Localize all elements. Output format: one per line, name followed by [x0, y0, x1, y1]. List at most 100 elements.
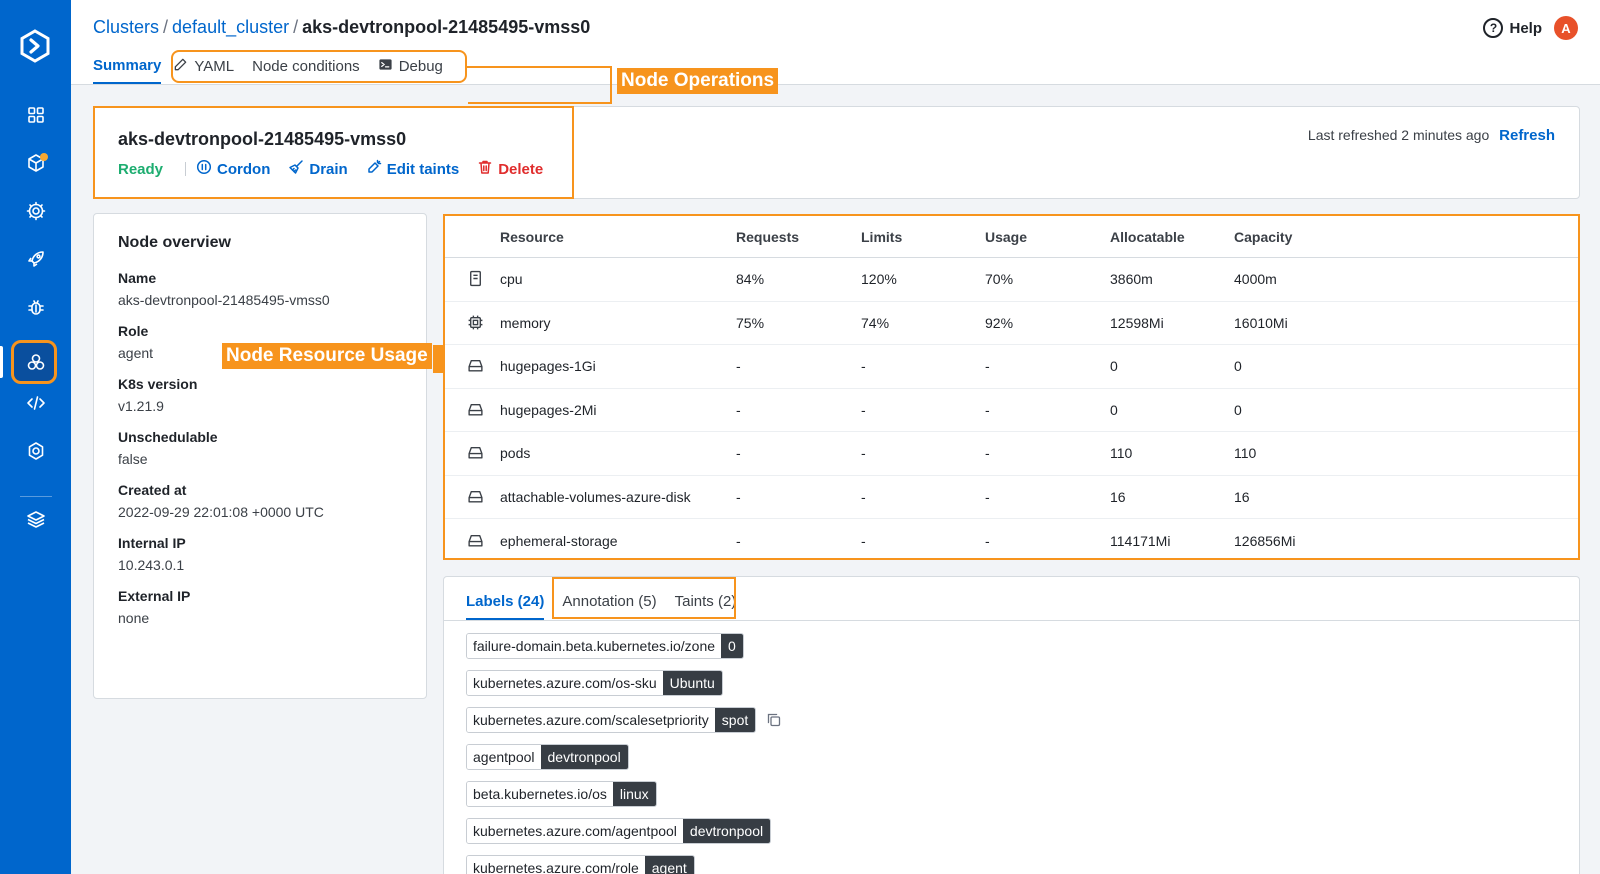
column-header: Capacity — [1234, 228, 1293, 245]
tab-labels[interactable]: Labels (24) — [466, 593, 545, 620]
label-pill: beta.kubernetes.io/os linux — [466, 781, 657, 807]
node-resource-table: Resource Requests Limits Usage Allocatab… — [443, 214, 1580, 560]
breadcrumb-cluster-link[interactable]: default_cluster — [172, 17, 289, 37]
tab-label: Summary — [93, 57, 162, 74]
resource-allocatable: 0 — [1110, 358, 1118, 375]
copy-icon[interactable] — [766, 712, 782, 728]
label-key: beta.kubernetes.io/os — [467, 782, 613, 806]
node-resource-usage-callout: Node Resource Usage — [222, 343, 432, 369]
resource-requests: - — [736, 358, 741, 375]
tabs-divider — [444, 620, 1579, 621]
table-row: memory 75% 74% 92% 12598Mi 16010Mi — [445, 302, 1578, 345]
cube-icon[interactable] — [20, 147, 52, 179]
resource-usage: 92% — [985, 314, 1014, 331]
field-value: none — [118, 610, 150, 626]
overview-field-created-at: Created at 2022-09-29 22:01:08 +0000 UTC — [118, 482, 402, 520]
node-overview-card: Node overview Name aks-devtronpool-21485… — [93, 213, 427, 699]
devtron-logo-icon[interactable] — [17, 28, 53, 64]
resource-requests: - — [736, 488, 741, 505]
bug-icon[interactable] — [20, 291, 52, 323]
rocket-icon[interactable] — [20, 243, 52, 275]
node-operations-highlight — [171, 50, 467, 83]
label-key: kubernetes.azure.com/scalesetpriority — [467, 708, 715, 732]
table-row: ephemeral-storage - - - 114171Mi 126856M… — [445, 519, 1578, 563]
resource-capacity: 4000m — [1234, 271, 1277, 288]
table-header: Resource Requests Limits Usage Allocatab… — [445, 216, 1578, 258]
resource-usage: - — [985, 401, 990, 418]
breadcrumb-separator: / — [293, 17, 299, 37]
resource-usage: - — [985, 445, 990, 462]
resource-capacity: 16 — [1234, 488, 1250, 505]
label-chip: failure-domain.beta.kubernetes.io/zone 0 — [466, 633, 744, 659]
gear-cog-icon[interactable] — [20, 195, 52, 227]
resource-limits: 120% — [861, 271, 897, 288]
label-value: linux — [612, 782, 656, 806]
resource-name: memory — [500, 314, 551, 331]
overview-field-unschedulable: Unschedulable false — [118, 429, 402, 467]
label-key: kubernetes.azure.com/agentpool — [467, 819, 683, 843]
label-pill: agentpool devtronpool — [466, 744, 629, 770]
field-label: Name — [118, 270, 157, 286]
storage-icon — [467, 357, 485, 375]
refresh-button[interactable]: Refresh — [1499, 127, 1555, 144]
help-question-icon: ? — [1483, 18, 1504, 38]
table-row: cpu 84% 120% 70% 3860m 4000m — [445, 258, 1578, 302]
label-key: kubernetes.azure.com/role — [467, 856, 645, 874]
label-value: agent — [644, 856, 694, 874]
column-header: Resource — [500, 228, 564, 245]
label-value: devtronpool — [682, 819, 771, 843]
overview-field-external-ip: External IP none — [118, 588, 402, 626]
label-chip: kubernetes.azure.com/role agent — [466, 855, 695, 874]
table-row: pods - - - 110 110 — [445, 432, 1578, 476]
table-row: hugepages-2Mi - - - 0 0 — [445, 389, 1578, 432]
resource-allocatable: 0 — [1110, 401, 1118, 418]
callout-line — [468, 102, 612, 104]
breadcrumb-current-node: aks-devtronpool-21485495-vmss0 — [302, 17, 591, 37]
code-icon[interactable] — [20, 387, 52, 419]
sidebar — [0, 0, 71, 874]
field-value: aks-devtronpool-21485495-vmss0 — [118, 292, 330, 308]
user-avatar[interactable]: A — [1554, 16, 1578, 40]
help-menu[interactable]: ? Help A — [1483, 16, 1578, 40]
resource-name: pods — [500, 445, 531, 462]
resource-allocatable: 110 — [1110, 445, 1133, 462]
callout-connector — [433, 345, 443, 373]
label-chip: kubernetes.azure.com/scalesetpriority sp… — [466, 707, 782, 733]
notification-dot — [40, 153, 48, 161]
label-value: devtronpool — [540, 745, 628, 769]
labels-panel: Labels (24) Annotation (5) Taints (2) fa… — [443, 576, 1580, 874]
resource-limits: - — [861, 488, 866, 505]
resource-usage: - — [985, 358, 990, 375]
label-value: spot — [714, 708, 756, 732]
settings-icon[interactable] — [20, 435, 52, 467]
field-value: v1.21.9 — [118, 398, 164, 414]
last-refreshed-text: Last refreshed 2 minutes ago — [1307, 127, 1490, 143]
sidebar-divider — [20, 496, 52, 497]
resource-limits: - — [861, 358, 866, 375]
resource-limits: 74% — [861, 314, 890, 331]
resource-allocatable: 3860m — [1110, 271, 1153, 288]
storage-icon — [467, 401, 485, 419]
label-pill: kubernetes.azure.com/os-sku Ubuntu — [466, 670, 723, 696]
resource-name: hugepages-1Gi — [500, 358, 596, 375]
annotation-taints-highlight — [552, 577, 736, 619]
breadcrumb-separator: / — [163, 17, 169, 37]
tab-summary[interactable]: Summary — [93, 55, 162, 84]
label-pill: failure-domain.beta.kubernetes.io/zone 0 — [466, 633, 744, 659]
label-value: 0 — [721, 634, 743, 658]
label-pill: kubernetes.azure.com/agentpool devtronpo… — [466, 818, 772, 844]
label-pill: kubernetes.azure.com/scalesetpriority sp… — [466, 707, 757, 733]
resource-allocatable: 12598Mi — [1110, 314, 1164, 331]
resource-name: hugepages-2Mi — [500, 401, 597, 418]
storage-icon — [467, 444, 485, 462]
label-chip: kubernetes.azure.com/agentpool devtronpo… — [466, 818, 772, 844]
callout-line — [610, 66, 612, 104]
resource-capacity: 110 — [1234, 445, 1257, 462]
breadcrumb-clusters-link[interactable]: Clusters — [93, 17, 159, 37]
resource-requests: 84% — [736, 271, 765, 288]
resource-browser-icon[interactable] — [20, 346, 52, 378]
stack-layers-icon[interactable] — [20, 503, 52, 535]
field-label: Role — [118, 323, 149, 339]
applications-grid-icon[interactable] — [20, 99, 52, 131]
field-value: 2022-09-29 22:01:08 +0000 UTC — [118, 504, 324, 520]
